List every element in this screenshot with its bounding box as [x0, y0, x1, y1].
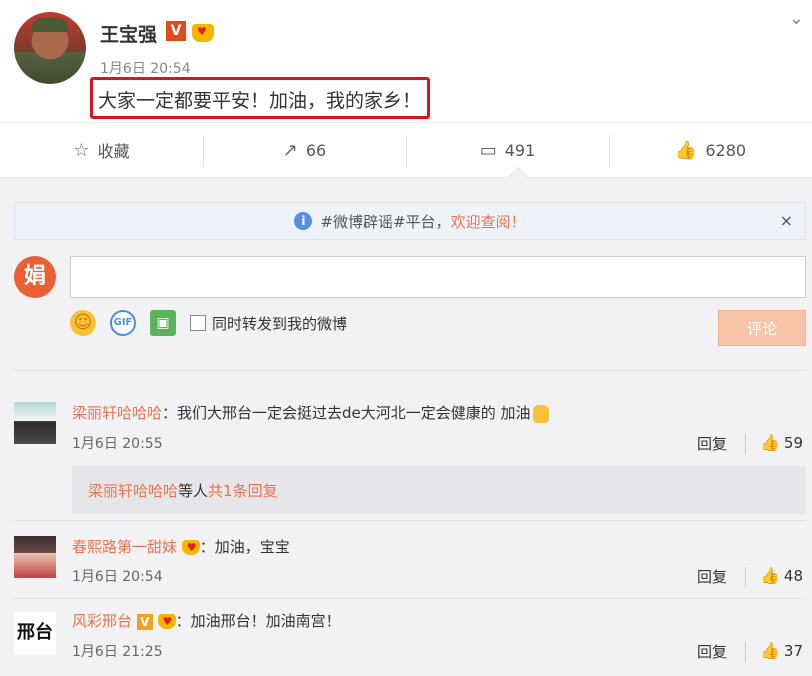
repost-button[interactable]: ↗ 66: [203, 123, 406, 177]
comment-time: 1月6日 20:54: [72, 569, 163, 585]
thumbs-up-icon: 👍: [760, 433, 780, 452]
comment-line: 风彩邢台 V ：加油邢台！加油南宫！: [72, 610, 341, 631]
sub-reply-summary[interactable]: 梁丽轩哈哈哈 等人 共1条回复: [72, 466, 806, 514]
commenter-avatar[interactable]: [14, 402, 56, 444]
info-icon: i: [294, 212, 313, 230]
comment-like-count: 48: [783, 567, 804, 585]
verified-badge-icon: V: [136, 614, 153, 630]
comment-like-button[interactable]: 👍 37: [760, 641, 803, 660]
comment-text: ：加油邢台！加油南宫！: [175, 612, 341, 630]
commenter-name[interactable]: 风彩邢台: [72, 612, 132, 630]
comment-like-button[interactable]: 👍 48: [760, 566, 803, 585]
commenter-avatar[interactable]: [14, 536, 56, 578]
comment-text: ：加油，宝宝: [199, 538, 290, 556]
divider: [14, 520, 806, 521]
submit-comment-button[interactable]: 评论: [718, 310, 806, 346]
my-avatar[interactable]: 娟: [14, 256, 56, 298]
author-avatar[interactable]: [14, 12, 86, 84]
divider: [745, 567, 746, 587]
rumor-notice: i #微博辟谣#平台， 欢迎查阅！ ×: [14, 202, 806, 240]
repost-checkbox[interactable]: [190, 315, 206, 331]
favorite-label: 收藏: [97, 142, 130, 161]
comment-button[interactable]: ▭ 491: [406, 123, 609, 177]
thumbs-up-icon: 👍: [674, 139, 698, 161]
gif-icon[interactable]: GIF: [110, 310, 136, 336]
member-crown-icon: [181, 540, 200, 555]
thumbs-up-emoji-icon: [532, 404, 549, 423]
repost-count: 66: [305, 140, 327, 160]
divider: [14, 598, 806, 599]
composer-tools: ☺ GIF ▣ 同时转发到我的微博: [70, 310, 347, 336]
sub-reply-more-link[interactable]: 共1条回复: [208, 480, 278, 501]
comment-text: ：我们大邢台一定会挺过去de大河北一定会健康的 加油: [162, 404, 531, 422]
chevron-down-icon[interactable]: ⌄: [789, 8, 804, 29]
comment-line: 梁丽轩哈哈哈：我们大邢台一定会挺过去de大河北一定会健康的 加油: [72, 402, 549, 423]
comment-section: i #微博辟谣#平台， 欢迎查阅！ × 娟 ☺ GIF ▣ 同时转发到我的微博 …: [0, 178, 812, 676]
comment-icon: ▭: [479, 139, 497, 161]
sub-reply-name[interactable]: 梁丽轩哈哈哈: [88, 480, 178, 501]
favorite-button[interactable]: ☆ 收藏: [0, 123, 203, 177]
comment-time: 1月6日 20:55: [72, 436, 163, 452]
like-count: 6280: [705, 140, 747, 160]
member-crown-icon: [192, 22, 214, 42]
author-name[interactable]: 王宝强: [100, 20, 157, 47]
image-icon[interactable]: ▣: [150, 310, 176, 336]
post-text: 大家一定都要平安！加油，我的家乡！: [98, 90, 422, 112]
share-icon: ↗: [282, 139, 298, 161]
verified-badge-icon: V: [166, 21, 186, 41]
comment-line: 春熙路第一甜妹 ：加油，宝宝: [72, 536, 290, 557]
notice-tag[interactable]: #微博辟谣#平台，: [320, 211, 450, 232]
post-time[interactable]: 1月6日 20:54: [100, 58, 191, 78]
sub-reply-middle: 等人: [178, 481, 209, 500]
thumbs-up-icon: 👍: [760, 566, 780, 585]
notice-link[interactable]: 欢迎查阅！: [451, 211, 526, 232]
comment-count: 491: [504, 140, 536, 160]
commenter-name[interactable]: 春熙路第一甜妹: [72, 538, 177, 556]
post-actions: ☆ 收藏 ↗ 66 ▭ 491 👍 6280: [0, 122, 812, 178]
member-crown-icon: [157, 614, 176, 629]
thumbs-up-icon: 👍: [760, 641, 780, 660]
like-button[interactable]: 👍 6280: [609, 123, 812, 177]
weibo-post: 王宝强 V 1月6日 20:54 大家一定都要平安！加油，我的家乡！ ⌄: [0, 0, 812, 122]
commenter-avatar[interactable]: 邢台: [14, 612, 56, 654]
star-icon: ☆: [73, 139, 90, 161]
repost-label: 同时转发到我的微博: [212, 314, 348, 333]
comment-like-count: 59: [783, 434, 804, 452]
reply-button[interactable]: 回复: [697, 566, 727, 587]
divider: [745, 642, 746, 662]
reply-button[interactable]: 回复: [697, 433, 727, 454]
comment-like-button[interactable]: 👍 59: [760, 433, 803, 452]
comment-input[interactable]: [70, 256, 806, 298]
divider: [745, 434, 746, 454]
reply-button[interactable]: 回复: [697, 641, 727, 662]
emoji-icon[interactable]: ☺: [70, 310, 96, 336]
comment-time: 1月6日 21:25: [72, 644, 163, 660]
commenter-name[interactable]: 梁丽轩哈哈哈: [72, 404, 162, 422]
comment-like-count: 37: [783, 642, 804, 660]
divider: [14, 370, 806, 371]
close-icon[interactable]: ×: [780, 211, 793, 230]
